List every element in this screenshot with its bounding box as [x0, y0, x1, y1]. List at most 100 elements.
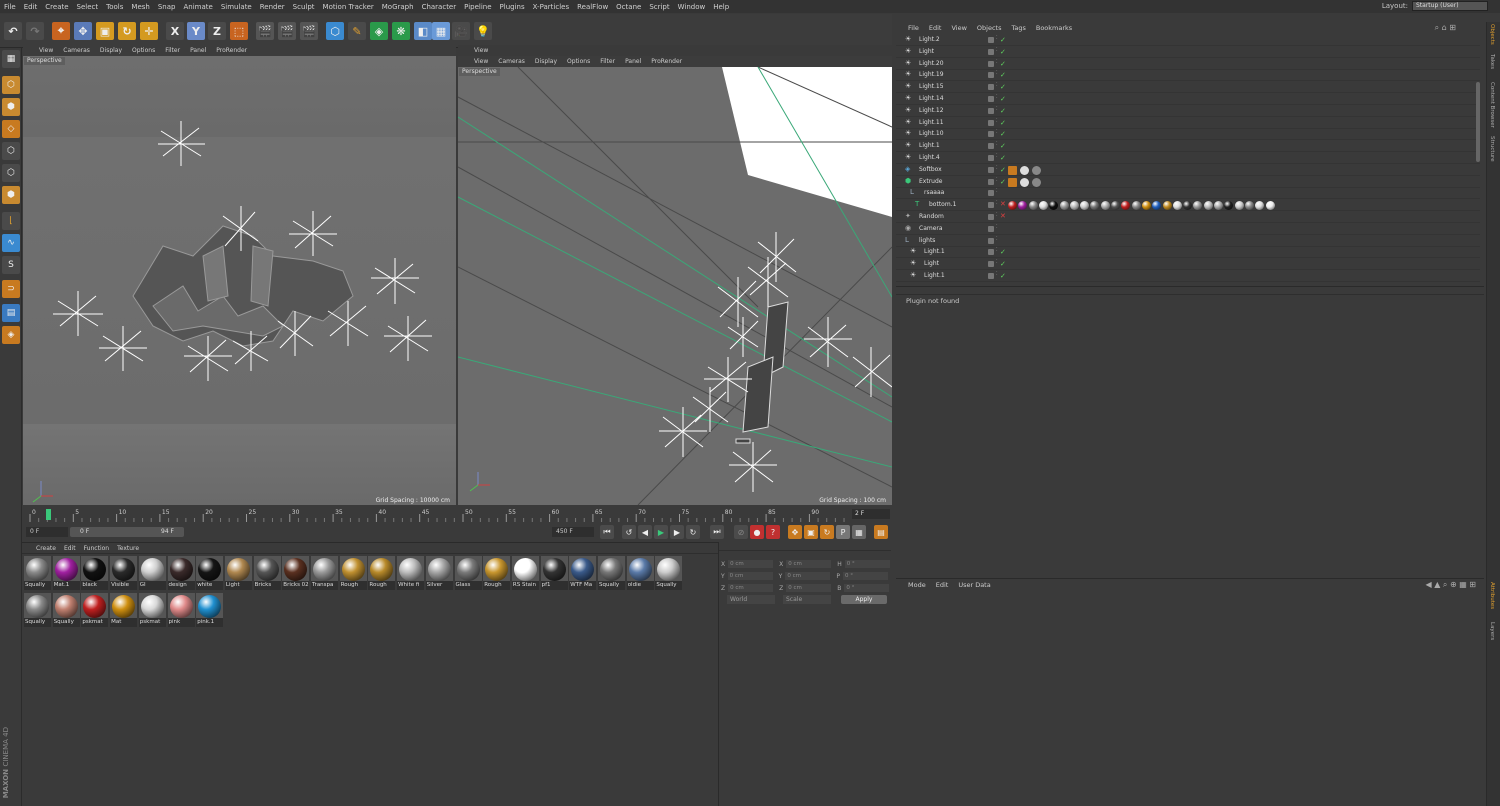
edges-mode-icon[interactable]: ⬡	[2, 164, 20, 182]
parameter-key-icon[interactable]: P	[836, 525, 850, 539]
object-name[interactable]: Light.12	[919, 107, 944, 114]
edit-render-settings-icon[interactable]: 🎬	[300, 22, 318, 40]
prev-key-icon[interactable]: ↺	[622, 525, 636, 539]
material-swatch[interactable]: GI	[138, 556, 166, 590]
next-frame-icon[interactable]: ▶	[670, 525, 684, 539]
recent-tool-icon[interactable]: ✛	[140, 22, 158, 40]
object-row[interactable]: ◈ Softbox ⁚ ✓	[896, 165, 1480, 176]
material-swatch[interactable]: black	[81, 556, 109, 590]
object-name[interactable]: Light.1	[924, 272, 945, 279]
material-tag-icon[interactable]	[1020, 177, 1029, 187]
point-level-icon[interactable]: ▦	[852, 525, 866, 539]
move-icon[interactable]: ✥	[74, 22, 92, 40]
enabled-check-icon[interactable]: ✓	[1000, 48, 1006, 56]
menu-help[interactable]: Help	[713, 3, 729, 11]
material-tag-icon[interactable]	[1008, 201, 1017, 211]
coord-field[interactable]: 0 cm	[785, 572, 831, 580]
autokey-icon[interactable]: ●	[750, 525, 764, 539]
layer-checkbox[interactable]	[988, 119, 994, 126]
layer-checkbox[interactable]	[988, 131, 994, 138]
material-tag-icon[interactable]	[1111, 201, 1120, 211]
object-name[interactable]: bottom.1	[929, 201, 956, 208]
visibility-dots-icon[interactable]: ⁚	[996, 35, 998, 41]
timeline-window-icon[interactable]: ▤	[874, 525, 888, 539]
enabled-check-icon[interactable]: ✓	[1000, 71, 1006, 79]
menu-motion-tracker[interactable]: Motion Tracker	[323, 3, 374, 11]
pen-icon[interactable]: ✎	[348, 22, 366, 40]
enabled-check-icon[interactable]: ✓	[1000, 248, 1006, 256]
layer-checkbox[interactable]	[988, 72, 994, 79]
enabled-check-icon[interactable]: ✓	[1000, 154, 1006, 162]
menu-pipeline[interactable]: Pipeline	[464, 3, 491, 11]
right-viewport-canvas[interactable]: Perspective Grid Spacing: 100 cm	[458, 67, 892, 505]
object-menu-objects[interactable]: Objects	[977, 24, 1002, 32]
right-tab-takes[interactable]: Takes	[1489, 54, 1495, 69]
material-swatch[interactable]: RS Stain	[511, 556, 539, 590]
right-tab-layers[interactable]: Layers	[1489, 622, 1495, 640]
visibility-dots-icon[interactable]: ⁚	[996, 153, 998, 159]
coord-field[interactable]: 0 cm	[728, 560, 774, 568]
object-name[interactable]: lights	[919, 237, 935, 244]
object-menu-edit[interactable]: Edit	[929, 24, 942, 32]
material-tag-icon[interactable]	[1018, 201, 1028, 211]
menu-window[interactable]: Window	[678, 3, 706, 11]
material-swatch[interactable]: Squally	[24, 556, 51, 590]
material-tag-icon[interactable]	[1038, 201, 1048, 211]
viewport-menu-filter[interactable]: Filter	[165, 47, 180, 54]
enabled-check-icon[interactable]: ✓	[1000, 178, 1006, 186]
menu-script[interactable]: Script	[649, 3, 669, 11]
end-frame-field[interactable]: 450 F	[552, 527, 594, 537]
menu-select[interactable]: Select	[77, 3, 99, 11]
texture-mode-icon[interactable]: ⬢	[2, 98, 20, 116]
coord-field[interactable]: 0 °	[844, 584, 890, 592]
material-tag-icon[interactable]	[1255, 201, 1265, 211]
object-row[interactable]: ☀ Light ⁚ ✓	[896, 259, 1480, 271]
material-tag-icon[interactable]	[1059, 201, 1069, 211]
world-coord-icon[interactable]: ⬚	[230, 22, 248, 40]
lock-icon[interactable]: ◈	[2, 326, 20, 344]
object-scrollbar[interactable]	[1476, 82, 1480, 162]
object-name[interactable]: Light.10	[919, 130, 944, 137]
viewport-menu-panel[interactable]: Panel	[625, 58, 641, 65]
visibility-dots-icon[interactable]: ⁚	[996, 94, 998, 100]
layer-checkbox[interactable]	[988, 202, 994, 209]
material-tag-icon[interactable]	[1131, 201, 1141, 211]
material-tag-icon[interactable]	[1214, 201, 1223, 211]
material-menu-function[interactable]: Function	[84, 545, 110, 552]
material-tag-icon[interactable]	[1203, 201, 1213, 211]
current-frame-field[interactable]: 2 F	[852, 509, 890, 519]
viewport-menu-prorender[interactable]: ProRender	[651, 58, 682, 65]
cube-icon[interactable]: ⬡	[326, 22, 344, 40]
object-name[interactable]: Light.14	[919, 95, 944, 102]
object-row[interactable]: ☀ Light ⁚ ✓	[896, 47, 1480, 58]
record-keys-icon[interactable]: ⊘	[734, 525, 748, 539]
visibility-dots-icon[interactable]: ⁚	[996, 224, 998, 230]
layer-checkbox[interactable]	[988, 48, 994, 55]
live-select-icon[interactable]: ⌖	[52, 22, 70, 40]
material-swatch[interactable]: Mat	[110, 593, 138, 627]
object-row[interactable]: ☀ Light.1 ⁚ ✓	[896, 141, 1480, 153]
visibility-dots-icon[interactable]: ⁚	[996, 271, 998, 277]
viewport-menu-panel[interactable]: Panel	[190, 47, 206, 54]
material-swatch[interactable]: pink.1	[196, 593, 224, 627]
enabled-check-icon[interactable]: ✓	[1000, 166, 1006, 174]
visibility-dots-icon[interactable]: ⁚	[996, 47, 998, 53]
viewport-menu-prorender[interactable]: ProRender	[216, 47, 247, 54]
visibility-dots-icon[interactable]: ⁚	[996, 259, 998, 265]
layer-checkbox[interactable]	[988, 37, 994, 43]
menu-realflow[interactable]: RealFlow	[577, 3, 608, 11]
scale-icon[interactable]: ▣	[96, 22, 114, 40]
right-tab-structure[interactable]: Structure	[1489, 136, 1495, 162]
cloner-icon[interactable]: ❋	[392, 22, 410, 40]
apply-button[interactable]: Apply	[841, 595, 887, 604]
material-swatch[interactable]: Visible	[110, 556, 138, 590]
material-swatch[interactable]: Squally	[52, 593, 80, 627]
menu-simulate[interactable]: Simulate	[221, 3, 252, 11]
material-tag-icon[interactable]	[1234, 201, 1244, 211]
layer-checkbox[interactable]	[988, 96, 994, 102]
material-swatch[interactable]: Bricks	[253, 556, 281, 590]
viewport-menu-display[interactable]: Display	[100, 47, 122, 54]
object-row[interactable]: ☀ Light.11 ⁚ ✓	[896, 118, 1480, 129]
layer-checkbox[interactable]	[988, 143, 994, 150]
object-row[interactable]: ⬢ Extrude ⁚ ✓	[896, 177, 1480, 188]
